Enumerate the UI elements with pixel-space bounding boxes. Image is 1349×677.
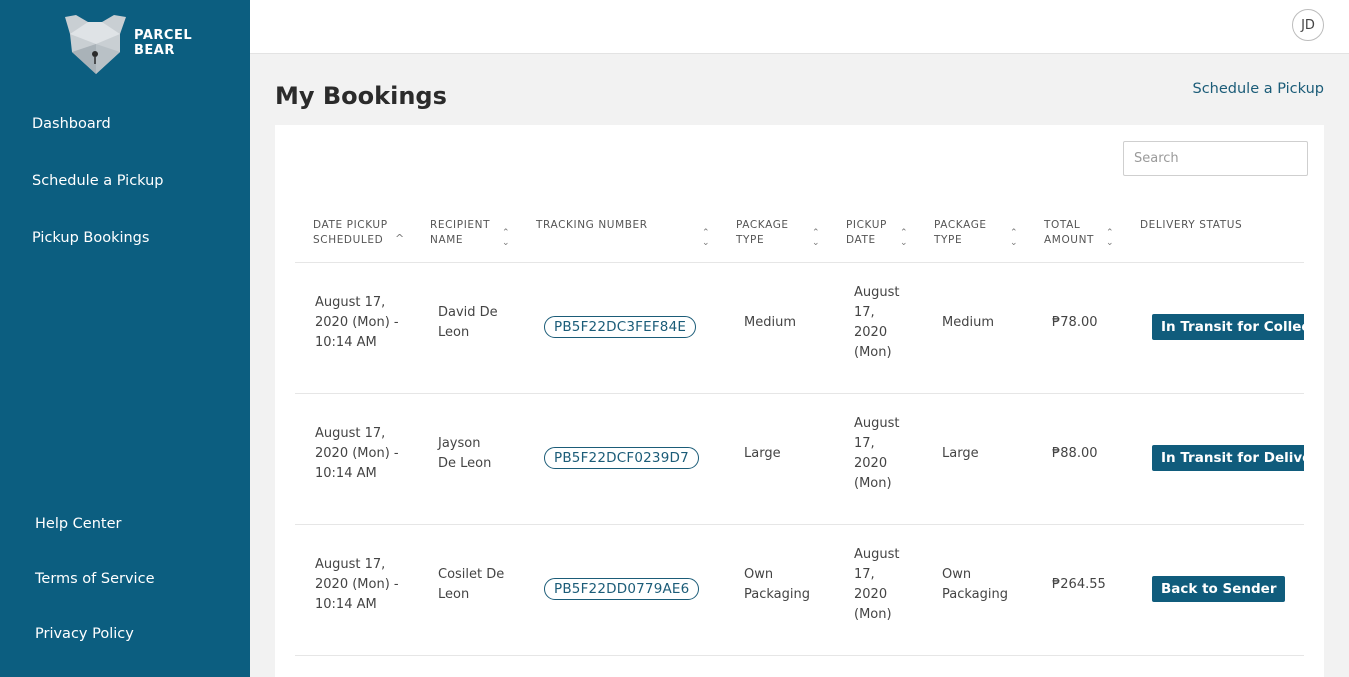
tracking-number-pill[interactable]: PB5F22DC3FEF84E <box>544 316 697 338</box>
date-scheduled-cell: August 17, 2020 (Mon) -10:14 AM <box>315 557 399 612</box>
bookings-table: Date Pickup Scheduled ^ Recipient Name ⌃… <box>295 195 1304 677</box>
parcel-bear-logo <box>65 15 126 74</box>
sidebar: PARCEL BEAR Dashboard Schedule a Pickup … <box>0 0 250 677</box>
col-total-amount[interactable]: Total Amount ⌃ ⌄ <box>1044 195 1124 262</box>
col-package-type[interactable]: Package Type ⌃ ⌄ <box>736 195 826 262</box>
table-row: August 17, 2020 (Mon) -10:14 AM Jayson De … <box>295 394 1304 525</box>
brand-line-2: BEAR <box>134 43 175 58</box>
nav-terms-of-service[interactable]: Terms of Service <box>35 571 154 587</box>
col-total-amount-label: Total Amount <box>1044 219 1095 246</box>
search-input[interactable] <box>1123 141 1308 176</box>
sort-icon: ⌃ ⌄ <box>812 228 821 248</box>
tracking-number-pill[interactable]: PB5F22DCF0239D7 <box>544 447 699 469</box>
package-type-cell: Medium <box>744 315 796 330</box>
col-recipient-name[interactable]: Recipient Name ⌃ ⌄ <box>430 195 515 262</box>
total-amount-cell: ₱78.00 <box>1052 315 1098 330</box>
package-type-2-cell: Own Packaging <box>942 567 1008 602</box>
sort-asc-icon: ^ <box>395 232 405 245</box>
col-tracking-label: Tracking Number <box>536 219 648 231</box>
bookings-card: Date Pickup Scheduled ^ Recipient Name ⌃… <box>275 125 1324 677</box>
delivery-status-badge[interactable]: Back to Sender <box>1152 576 1286 602</box>
pickup-date-cell: August 17, 2020 (Mon) <box>854 416 900 491</box>
sort-icon: ⌃ ⌄ <box>702 228 711 248</box>
col-delivery-status: Delivery Status <box>1140 195 1300 262</box>
sort-icon: ⌃ ⌄ <box>1010 228 1019 248</box>
pickup-date-cell: August 17, 2020 (Mon) <box>854 285 900 360</box>
nav-schedule-pickup[interactable]: Schedule a Pickup <box>32 173 164 189</box>
date-scheduled-cell: August 17, 2020 (Mon) -10:14 AM <box>315 295 399 350</box>
date-scheduled-cell: August 17, 2020 (Mon) -10:14 AM <box>315 426 399 481</box>
package-type-2-cell: Medium <box>942 315 994 330</box>
col-package-type-2[interactable]: Package Type ⌃ ⌄ <box>934 195 1024 262</box>
col-tracking-number[interactable]: Tracking Number ⌃ ⌄ <box>536 195 716 262</box>
package-type-cell: Large <box>744 446 781 461</box>
nav-dashboard[interactable]: Dashboard <box>32 116 111 132</box>
col-date-scheduled[interactable]: Date Pickup Scheduled ^ <box>313 195 423 262</box>
nav-pickup-bookings[interactable]: Pickup Bookings <box>32 230 149 246</box>
col-recipient-label: Recipient Name <box>430 219 491 246</box>
total-amount-cell: ₱88.00 <box>1052 446 1098 461</box>
nav-help-center[interactable]: Help Center <box>35 516 121 532</box>
recipient-cell: David De Leon <box>438 305 498 340</box>
pickup-date-cell: August 17, 2020 (Mon) <box>854 547 900 622</box>
col-pickup-date-label: Pickup Date <box>846 219 887 246</box>
schedule-pickup-link[interactable]: Schedule a Pickup <box>1192 81 1324 97</box>
delivery-status-badge[interactable]: In Transit for Collection <box>1152 314 1304 340</box>
brand-name: PARCEL BEAR <box>134 28 192 58</box>
brand-line-1: PARCEL <box>134 28 193 43</box>
sort-icon: ⌃ ⌄ <box>502 228 511 248</box>
nav-privacy-policy[interactable]: Privacy Policy <box>35 626 134 642</box>
top-bar: JD <box>250 0 1349 54</box>
table-row: August 17, 2020 (Mon) -10:14 AM Cosilet D… <box>295 525 1304 656</box>
col-pickup-date[interactable]: Pickup Date ⌃ ⌄ <box>846 195 916 262</box>
table-row: August 17, 2020 (Mon) -10:14 AM David De L… <box>295 263 1304 394</box>
recipient-cell: Jayson De Leon <box>438 436 492 471</box>
page-title: My Bookings <box>275 82 447 110</box>
sort-icon: ⌃ ⌄ <box>1106 228 1115 248</box>
col-package-type-label: Package Type <box>736 219 789 246</box>
tracking-number-pill[interactable]: PB5F22DD0779AE6 <box>544 578 700 600</box>
user-avatar[interactable]: JD <box>1292 9 1324 41</box>
recipient-cell: Cosilet De Leon <box>438 567 505 602</box>
col-package-type-2-label: Package Type <box>934 219 987 246</box>
col-delivery-status-label: Delivery Status <box>1140 219 1243 231</box>
package-type-cell: Own Packaging <box>744 567 810 602</box>
sort-icon: ⌃ ⌄ <box>900 228 909 248</box>
package-type-2-cell: Large <box>942 446 979 461</box>
delivery-status-badge[interactable]: In Transit for Delivery <box>1152 445 1304 471</box>
col-date-scheduled-label: Date Pickup Scheduled <box>313 219 388 246</box>
total-amount-cell: ₱264.55 <box>1052 577 1106 592</box>
